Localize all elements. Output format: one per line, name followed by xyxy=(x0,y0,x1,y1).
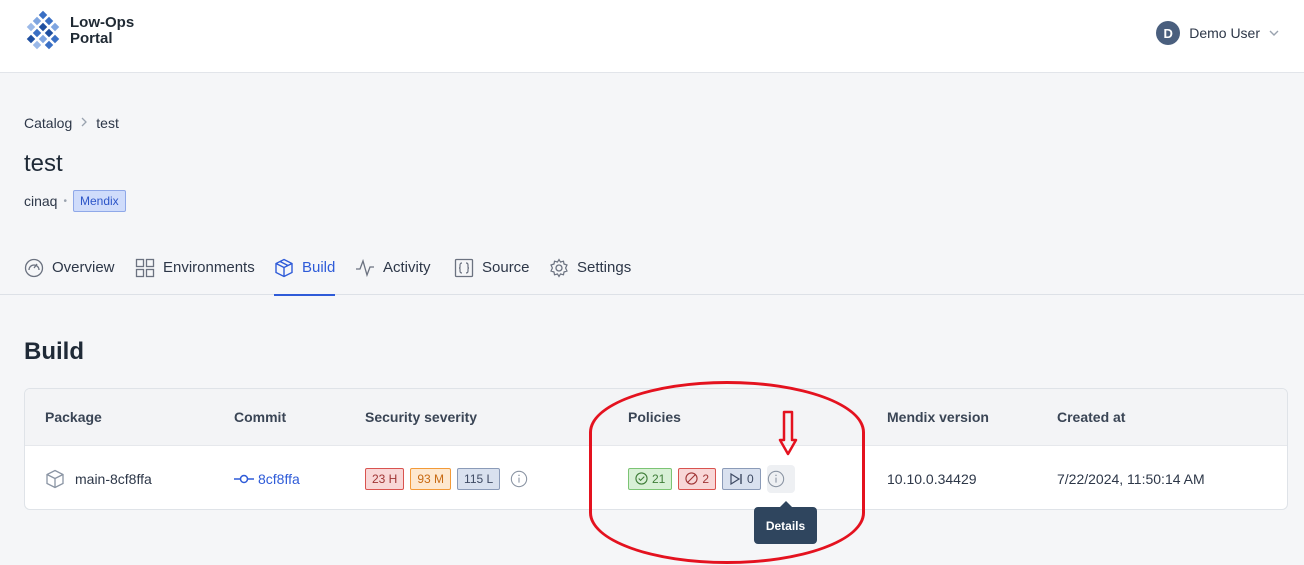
page-meta: cinaq • Mendix xyxy=(24,190,126,212)
tab-label: Environments xyxy=(163,259,255,276)
user-name: Demo User xyxy=(1189,25,1260,41)
column-header-created-at: Created at xyxy=(1057,409,1126,425)
gear-icon xyxy=(550,257,568,278)
breadcrumb: Catalog test xyxy=(24,115,119,131)
grid-icon xyxy=(135,258,155,277)
tab-source[interactable]: Source xyxy=(454,240,530,295)
severity-cell: 23 H 93 M 115 L xyxy=(365,446,538,509)
logo-icon xyxy=(26,10,60,50)
chevron-down-icon xyxy=(1269,30,1279,36)
tab-label: Source xyxy=(482,259,530,276)
policies-passed-badge[interactable]: 21 xyxy=(628,467,673,490)
severity-medium-badge[interactable]: 93 M xyxy=(410,467,452,490)
tab-overview[interactable]: Overview xyxy=(24,240,115,295)
check-circle-icon xyxy=(635,472,648,485)
column-header-policies: Policies xyxy=(628,409,681,425)
created-at-cell: 7/22/2024, 11:50:14 AM xyxy=(1057,470,1205,487)
package-cell: main-8cf8ffa xyxy=(45,446,152,509)
policies-skipped-badge[interactable]: 0 xyxy=(722,467,761,490)
activity-icon xyxy=(356,258,374,277)
table-row[interactable]: main-8cf8ffa 8cf8ffa 23 H 93 M 115 L 21 … xyxy=(25,446,1287,509)
table-header: Package Commit Security severity Policie… xyxy=(25,389,1287,446)
avatar: D xyxy=(1156,21,1181,45)
policies-skipped-count: 0 xyxy=(747,471,754,486)
braces-icon xyxy=(454,258,474,277)
owner-label: cinaq xyxy=(24,193,58,209)
policies-passed-count: 21 xyxy=(652,471,666,486)
commit-cell[interactable]: 8cf8ffa xyxy=(234,446,300,509)
chevron-right-icon xyxy=(80,116,88,130)
column-header-package: Package xyxy=(45,409,102,425)
platform-tag: Mendix xyxy=(72,190,126,212)
app-name: Low-Ops Portal xyxy=(70,15,134,47)
tab-environments[interactable]: Environments xyxy=(135,240,255,295)
package-icon xyxy=(46,469,64,488)
section-title: Build xyxy=(24,338,84,365)
commit-icon xyxy=(234,474,254,483)
breadcrumb-catalog[interactable]: Catalog xyxy=(24,115,72,131)
policies-cell: 21 2 0 xyxy=(628,446,795,509)
tab-label: Activity xyxy=(383,259,431,276)
app-name-line2: Portal xyxy=(70,30,113,47)
gauge-icon xyxy=(24,258,44,277)
tab-settings[interactable]: Settings xyxy=(549,240,631,295)
severity-low-badge[interactable]: 115 L xyxy=(457,467,501,490)
policies-failed-count: 2 xyxy=(702,471,710,486)
portal-logo[interactable]: Low-Ops Portal xyxy=(24,10,134,52)
package-name: main-8cf8ffa xyxy=(75,470,152,487)
tab-build[interactable]: Build xyxy=(274,240,336,296)
build-table: Package Commit Security severity Policie… xyxy=(24,388,1288,510)
tab-label: Settings xyxy=(577,259,632,276)
app-name-line1: Low-Ops xyxy=(70,14,135,31)
skip-icon xyxy=(730,472,742,485)
mendix-version-cell: 10.10.0.34429 xyxy=(887,470,977,487)
severity-info-icon[interactable] xyxy=(510,465,538,493)
column-header-severity: Security severity xyxy=(365,409,478,425)
policies-info-icon[interactable] xyxy=(766,464,795,493)
tab-activity[interactable]: Activity xyxy=(355,240,431,295)
separator-dot: • xyxy=(63,195,67,207)
column-header-commit: Commit xyxy=(234,409,287,425)
tab-bar: Overview Environments Build Activity Sou… xyxy=(0,240,1304,296)
ban-icon xyxy=(685,472,698,485)
user-menu[interactable]: D Demo User xyxy=(1156,21,1280,45)
commit-link[interactable]: 8cf8ffa xyxy=(258,471,300,487)
details-tooltip: Details xyxy=(754,501,817,544)
breadcrumb-current: test xyxy=(96,115,119,131)
policies-failed-badge[interactable]: 2 xyxy=(678,467,717,490)
tab-label: Build xyxy=(302,259,336,276)
page-title: test xyxy=(24,150,63,177)
box-icon xyxy=(275,258,293,277)
severity-high-badge[interactable]: 23 H xyxy=(365,467,405,490)
tab-label: Overview xyxy=(52,259,115,276)
column-header-mendix-version: Mendix version xyxy=(887,409,989,425)
top-bar: Low-Ops Portal D Demo User xyxy=(0,0,1304,73)
